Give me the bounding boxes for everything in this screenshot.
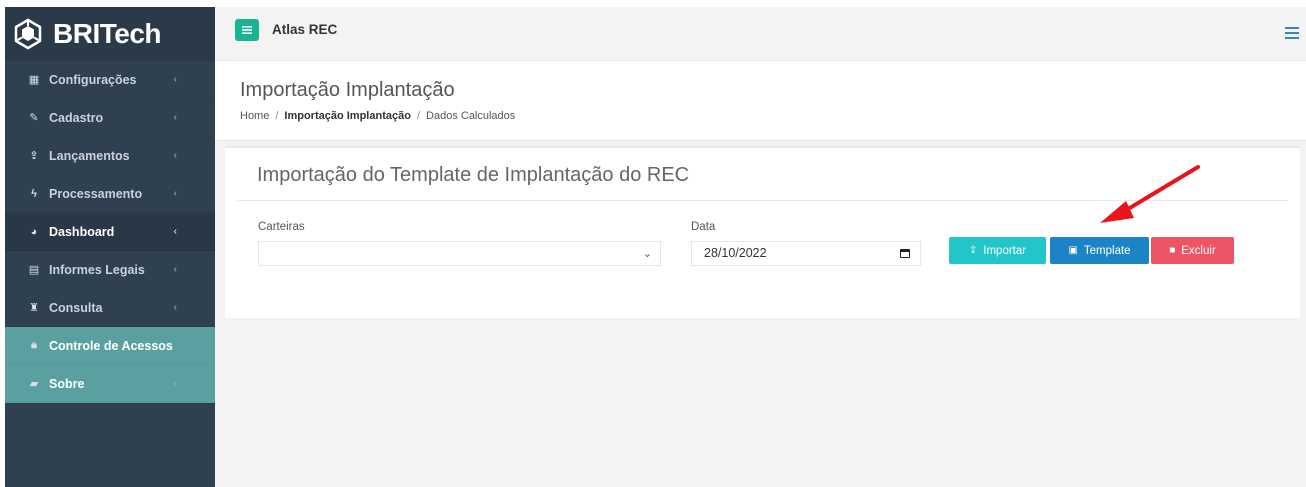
carteiras-select[interactable]: ⌄ (258, 241, 661, 266)
chevron-left-icon: ‹ (173, 74, 177, 85)
sidebar-item-controle-de-acessos[interactable]: 🔒︎ Controle de Acessos (5, 327, 215, 365)
brand-name: BRITech (53, 18, 162, 49)
calendar-icon[interactable] (900, 249, 910, 258)
sidebar-item-dashboard[interactable]: ◕ Dashboard ‹ (5, 213, 215, 251)
chevron-down-icon: ⌄ (642, 248, 652, 260)
top-navbar: Atlas REC (215, 7, 1306, 61)
breadcrumb-home[interactable]: Home (240, 110, 269, 122)
carteiras-label: Carteiras (258, 221, 305, 233)
chevron-left-icon: ‹ (173, 112, 177, 123)
upload-icon: ⇪ (29, 150, 39, 162)
sidebar-item-label: Consulta (49, 300, 103, 315)
right-menu-icon[interactable] (1285, 27, 1299, 42)
binoculars-icon: ♜ (29, 302, 39, 314)
file-icon: ▣ (1068, 245, 1078, 256)
sidebar-item-label: Controle de Acessos (49, 338, 173, 353)
breadcrumb-separator: / (416, 110, 421, 122)
annotation-arrow-icon (1100, 165, 1200, 223)
breadcrumb-last[interactable]: Dados Calculados (426, 110, 515, 122)
sidebar-item-label: Informes Legais (49, 262, 145, 277)
sidebar-item-label: Cadastro (49, 110, 104, 125)
chevron-left-icon: ‹ (173, 226, 177, 237)
breadcrumb-separator: / (275, 110, 279, 122)
data-label: Data (691, 221, 716, 233)
book-icon: ▰ (29, 378, 39, 390)
bolt-icon: ϟ (31, 187, 37, 200)
hamburger-icon (242, 26, 252, 34)
date-input[interactable]: 28/10/2022 (691, 241, 921, 266)
chevron-left-icon: ‹ (173, 302, 177, 313)
sidebar-item-label: Dashboard (49, 224, 115, 239)
page-header: Importação Implantação Home / Importação… (215, 61, 1306, 141)
sidebar-toggle-button[interactable] (235, 19, 259, 41)
britech-logo-icon (11, 17, 45, 51)
date-value: 28/10/2022 (704, 246, 767, 260)
sidebar-item-sobre[interactable]: ▰ Sobre ‹ (5, 365, 215, 403)
delete-button[interactable]: ■ Excluir (1151, 237, 1234, 264)
sidebar-item-configuracoes[interactable]: ▦ Configurações ‹ (5, 61, 215, 99)
card-title: Importação do Template de Implantação do… (257, 164, 690, 186)
breadcrumb-current[interactable]: Importação Implantação (284, 110, 411, 122)
chevron-left-icon: ‹ (173, 378, 177, 389)
lock-icon: 🔒︎ (31, 339, 37, 351)
upload-icon: ⇪ (968, 245, 978, 256)
chevron-left-icon: ‹ (173, 150, 177, 161)
brand[interactable]: BRITech (5, 7, 215, 61)
trash-icon: ■ (1169, 245, 1176, 256)
import-button[interactable]: ⇪ Importar (949, 237, 1046, 264)
sidebar-item-label: Configurações (49, 72, 137, 87)
chevron-left-icon: ‹ (173, 264, 177, 275)
sidebar-item-lancamentos[interactable]: ⇪ Lançamentos ‹ (5, 137, 215, 175)
app-title: Atlas REC (272, 22, 338, 37)
sidebar-item-processamento[interactable]: ϟ Processamento ‹ (5, 175, 215, 213)
template-button[interactable]: ▣ Template (1050, 237, 1149, 264)
sidebar-item-label: Sobre (49, 376, 85, 391)
page-title: Importação Implantação (240, 79, 455, 101)
breadcrumb: Home / Importação Implantação / Dados Ca… (240, 110, 515, 122)
pie-chart-icon: ◕ (30, 225, 38, 238)
sidebar-item-informes-legais[interactable]: ▤ Informes Legais ‹ (5, 251, 215, 289)
sidebar: BRITech ▦ Configurações ‹ ✎ Cadastro ‹ ⇪… (5, 7, 215, 487)
sidebar-item-label: Lançamentos (49, 148, 130, 163)
edit-icon: ✎ (29, 112, 39, 124)
chevron-left-icon: ‹ (173, 188, 177, 199)
sidebar-item-label: Processamento (49, 186, 143, 201)
report-icon: ▤ (28, 264, 40, 276)
grid-icon: ▦ (28, 74, 40, 86)
sidebar-item-consulta[interactable]: ♜ Consulta ‹ (5, 289, 215, 327)
sidebar-item-cadastro[interactable]: ✎ Cadastro ‹ (5, 99, 215, 137)
